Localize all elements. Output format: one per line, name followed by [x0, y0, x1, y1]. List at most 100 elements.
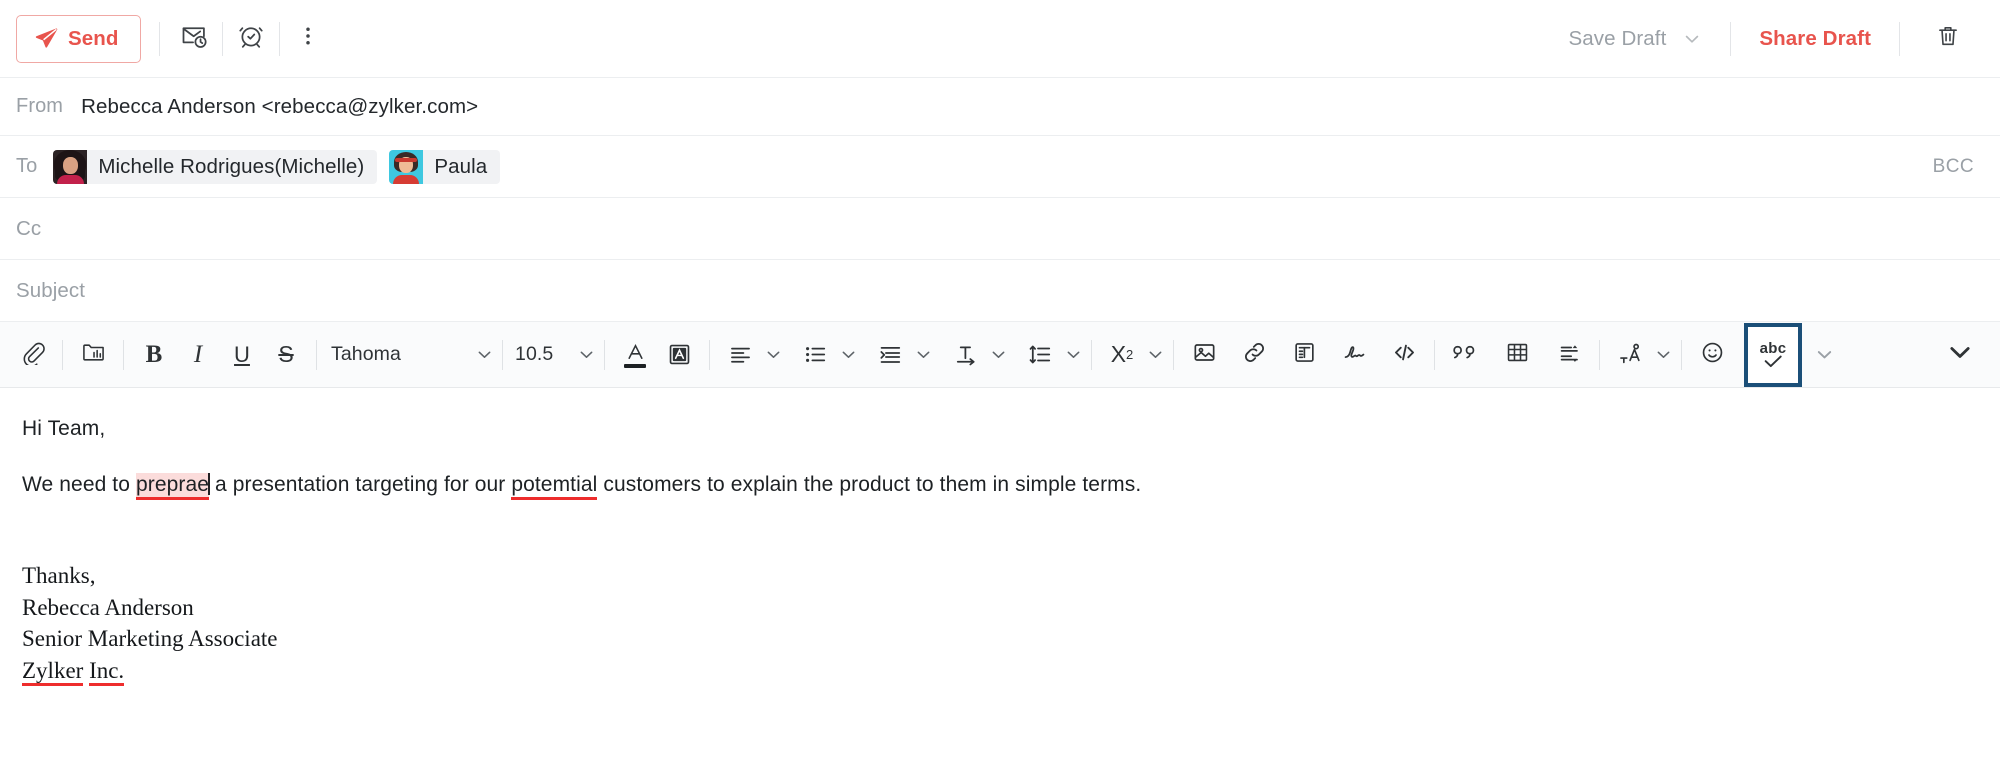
bold-button[interactable]: B [132, 333, 176, 377]
alarm-clock-icon [237, 22, 265, 55]
insert-template-button[interactable] [1282, 333, 1326, 377]
attach-file-button[interactable] [10, 333, 54, 377]
divider [62, 339, 63, 370]
compose-action-bar: Send Save Draft Share Draft [0, 0, 2000, 78]
align-left-icon[interactable] [718, 333, 762, 377]
misspelled-word-potemtial[interactable]: potemtial [511, 473, 598, 501]
picture-icon [1192, 340, 1217, 370]
underline-button[interactable]: U [220, 333, 264, 377]
superscript-icon[interactable]: X2 [1100, 333, 1144, 377]
line-spacing-select[interactable] [1018, 333, 1083, 377]
sort-az-icon [1557, 340, 1582, 370]
schedule-send-button[interactable] [168, 13, 220, 65]
more-vertical-icon [296, 24, 320, 53]
clear-formatting-icon[interactable] [1608, 333, 1652, 377]
bcc-toggle[interactable]: BCC [1933, 156, 1974, 178]
bullet-list-select[interactable] [793, 333, 858, 377]
insert-signature-button[interactable] [1332, 333, 1376, 377]
highlight-color-button[interactable] [657, 333, 701, 377]
divider [278, 21, 280, 56]
text-color-a-icon [624, 342, 647, 368]
text-direction-icon[interactable] [943, 333, 987, 377]
divider [123, 339, 124, 370]
chevron-down-icon[interactable] [912, 345, 933, 364]
chevron-down-icon[interactable] [762, 345, 783, 364]
bullet-list-icon[interactable] [793, 333, 837, 377]
italic-button[interactable]: I [176, 333, 220, 377]
recipient-chip[interactable]: Michelle Rodrigues(Michelle) [53, 149, 378, 184]
blockquote-button[interactable] [1443, 333, 1487, 377]
spellcheck-options-chevron-icon[interactable] [1812, 344, 1835, 365]
divider [158, 21, 160, 56]
signature-line-1: Thanks, [22, 563, 96, 588]
email-body-editor[interactable]: Hi Team, We need to preprae a presentati… [0, 388, 2000, 768]
divider [1730, 21, 1732, 56]
email-signature: Thanks, Rebecca Anderson Senior Marketin… [22, 560, 278, 686]
paper-plane-icon [34, 26, 59, 51]
insert-picture-button[interactable] [1182, 333, 1226, 377]
underline-icon: U [234, 341, 250, 367]
chevron-down-icon[interactable] [1062, 345, 1083, 364]
avatar [389, 149, 424, 184]
cc-placeholder: Cc [16, 216, 42, 240]
save-draft-button[interactable]: Save Draft [1563, 27, 1709, 51]
misspelled-word-text-2: potemtial [511, 473, 598, 497]
divider [316, 339, 317, 370]
share-draft-label: Share Draft [1759, 26, 1871, 50]
insert-table-button[interactable] [1495, 333, 1539, 377]
indent-select[interactable] [868, 333, 933, 377]
divider [1173, 339, 1174, 370]
from-row[interactable]: From Rebecca Anderson <rebecca@zylker.co… [0, 78, 2000, 136]
bold-icon: B [145, 340, 163, 368]
chevron-down-icon[interactable] [837, 345, 858, 364]
text-direction-select[interactable] [943, 333, 1008, 377]
emoji-button[interactable] [1690, 333, 1734, 377]
more-options-button[interactable] [282, 13, 334, 65]
indent-icon[interactable] [868, 333, 912, 377]
divider [1681, 339, 1682, 370]
recipient-name: Michelle Rodrigues(Michelle) [98, 154, 365, 178]
snooze-button[interactable] [225, 13, 277, 65]
superscript-select[interactable]: X2 [1100, 333, 1165, 377]
chevron-down-icon[interactable] [473, 345, 494, 364]
clear-formatting-select[interactable] [1608, 333, 1673, 377]
recipient-chip[interactable]: Paula [389, 149, 501, 184]
line-spacing-icon[interactable] [1018, 333, 1062, 377]
expand-toolbar-button[interactable] [1946, 338, 1982, 371]
body-sentence: We need to preprae a presentation target… [22, 470, 1974, 501]
blockquote-icon [1452, 339, 1478, 370]
insert-image-folder-button[interactable] [71, 333, 115, 377]
divider [221, 21, 223, 56]
trash-icon [1935, 23, 1961, 54]
chevron-down-icon[interactable] [987, 345, 1008, 364]
italic-icon: I [193, 340, 203, 368]
align-select[interactable] [718, 333, 783, 377]
chevron-down-icon[interactable] [1652, 345, 1673, 364]
font-size-select[interactable]: 10.5 [511, 343, 596, 366]
paperclip-icon [20, 340, 45, 370]
formatting-toolbar: B I U S Tahoma 10.5 X 2 abc [0, 322, 2000, 388]
strikethrough-button[interactable]: S [264, 333, 308, 377]
text-color-button[interactable] [613, 333, 657, 377]
share-draft-button[interactable]: Share Draft [1753, 27, 1877, 51]
body-greeting: Hi Team, [22, 417, 106, 440]
insert-link-button[interactable] [1232, 333, 1276, 377]
delete-draft-button[interactable] [1922, 13, 1974, 65]
send-button[interactable]: Send [16, 14, 141, 63]
subject-row[interactable]: Subject [0, 260, 2000, 322]
chevron-down-icon[interactable] [1144, 345, 1165, 364]
spellcheck-button[interactable]: abc [1744, 322, 1802, 387]
misspelled-word-preprae[interactable]: preprae [135, 473, 210, 501]
sort-button[interactable] [1547, 333, 1591, 377]
spellcheck-abc-icon: abc [1760, 341, 1787, 369]
insert-code-button[interactable] [1382, 333, 1426, 377]
font-family-select[interactable]: Tahoma [325, 343, 494, 366]
divider [604, 339, 605, 370]
to-row[interactable]: To Michelle Rodrigues(Michelle) Paula BC… [0, 136, 2000, 198]
chevron-down-icon[interactable] [1682, 29, 1702, 49]
superscript-exponent: 2 [1126, 347, 1134, 362]
cc-row[interactable]: Cc [0, 198, 2000, 260]
divider [1899, 21, 1900, 56]
chevron-down-icon[interactable] [575, 345, 596, 364]
divider [709, 339, 710, 370]
